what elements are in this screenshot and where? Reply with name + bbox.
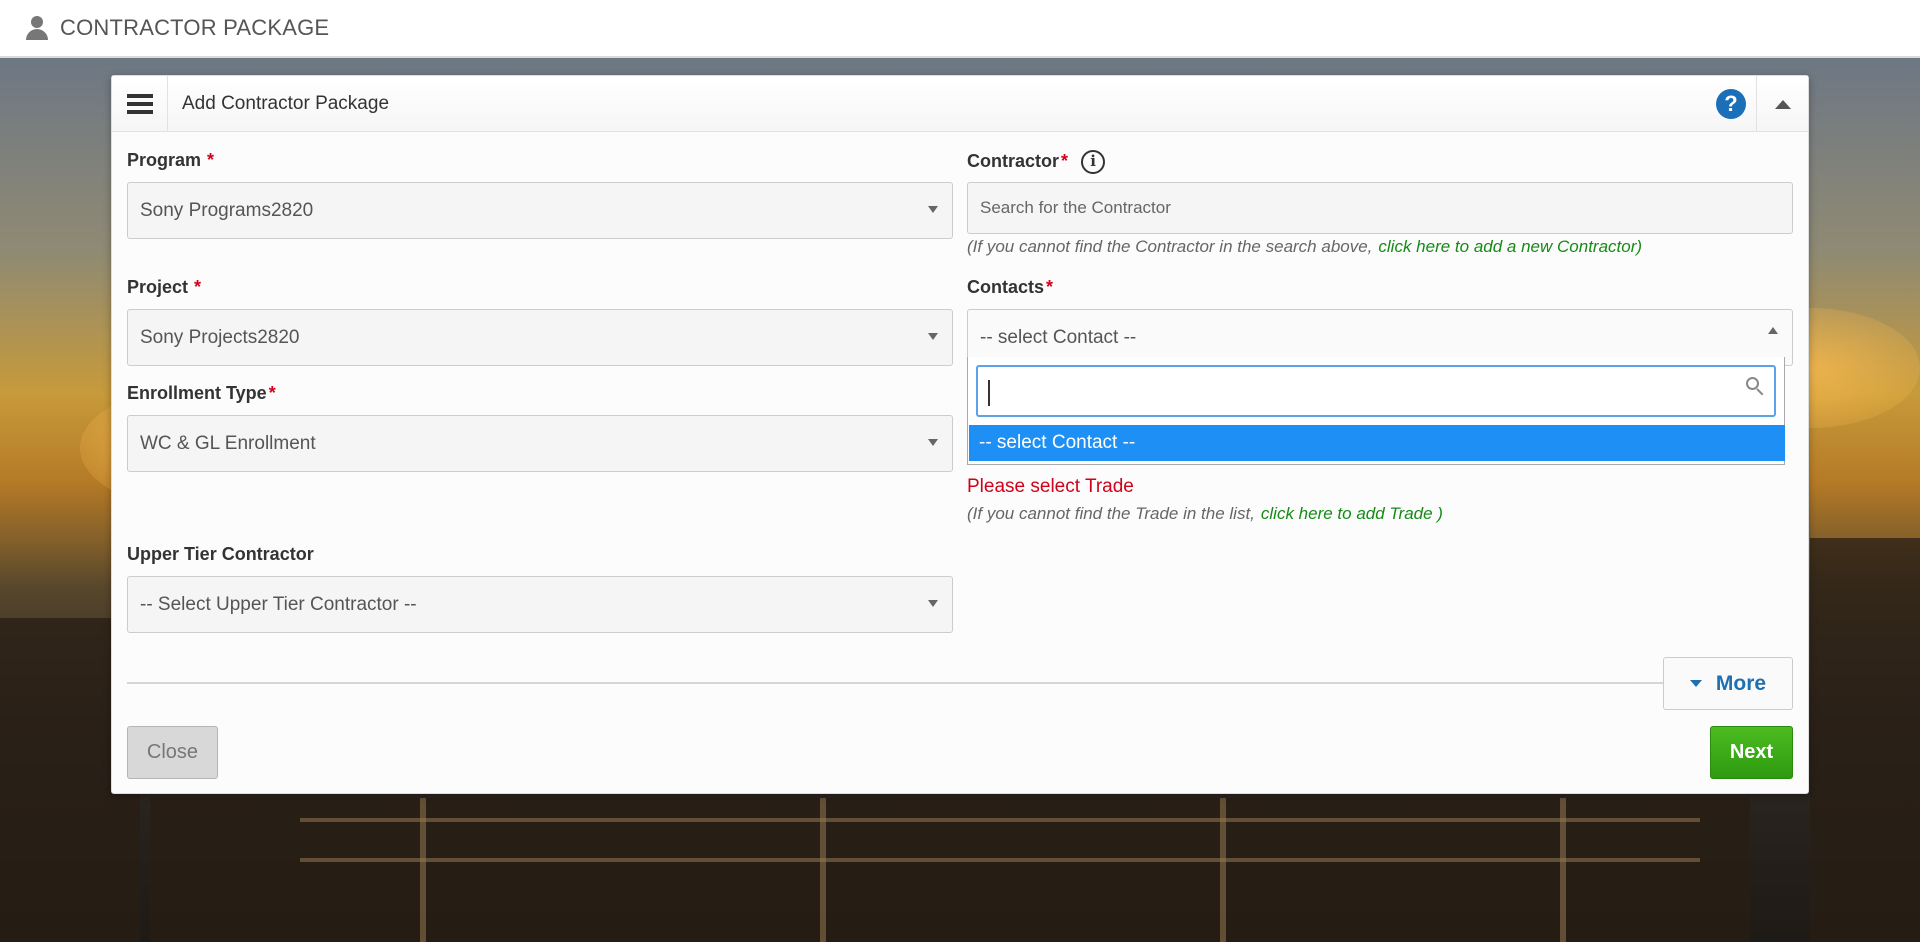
contractor-search-input[interactable] <box>967 182 1793 234</box>
page-title: CONTRACTOR PACKAGE <box>60 15 330 40</box>
text-cursor <box>988 380 990 406</box>
contacts-select-value: -- select Contact -- <box>980 326 1137 348</box>
chevron-down-icon <box>928 600 938 607</box>
program-select[interactable]: Sony Programs2820 <box>127 182 953 239</box>
chevron-up-icon <box>1768 327 1778 334</box>
contacts-label: Contacts * <box>967 277 1054 297</box>
project-select-value: Sony Projects2820 <box>140 326 300 348</box>
program-select-value: Sony Programs2820 <box>140 199 314 221</box>
upper-tier-contractor-select-value: -- Select Upper Tier Contractor -- <box>140 593 417 615</box>
collapse-button[interactable] <box>1756 76 1808 132</box>
chevron-down-icon <box>928 206 938 213</box>
hamburger-menu-icon[interactable] <box>112 75 168 132</box>
contractor-hint: (If you cannot find the Contractor in th… <box>967 237 1643 256</box>
trade-error-message: Please select Trade <box>967 476 1134 497</box>
search-icon <box>1746 377 1764 399</box>
panel-title: Add Contractor Package <box>182 92 390 114</box>
close-button[interactable]: Close <box>127 726 218 779</box>
contacts-dropdown: -- select Contact -- <box>967 357 1785 465</box>
info-icon[interactable]: i <box>1081 150 1106 174</box>
upper-tier-contractor-label: Upper Tier Contractor <box>127 544 314 564</box>
add-trade-link[interactable]: click here to add Trade ) <box>1261 504 1443 523</box>
program-label: Program * <box>127 150 215 170</box>
help-icon[interactable]: ? <box>1716 89 1746 119</box>
next-button[interactable]: Next <box>1710 726 1793 779</box>
contractor-label: Contractor * i <box>967 150 1106 174</box>
enrollment-type-label: Enrollment Type * <box>127 383 276 403</box>
enrollment-type-select[interactable]: WC & GL Enrollment <box>127 415 953 472</box>
divider <box>127 682 1677 684</box>
upper-tier-contractor-select[interactable]: -- Select Upper Tier Contractor -- <box>127 576 953 633</box>
trade-hint: (If you cannot find the Trade in the lis… <box>967 504 1443 523</box>
contacts-dropdown-option[interactable]: -- select Contact -- <box>969 425 1785 461</box>
project-select[interactable]: Sony Projects2820 <box>127 309 953 366</box>
top-bar: CONTRACTOR PACKAGE <box>0 0 1920 58</box>
panel-header: Add Contractor Package ? <box>112 75 1808 132</box>
collapse-up-icon <box>1774 99 1791 109</box>
user-icon <box>24 15 50 41</box>
chevron-down-icon <box>1689 680 1702 687</box>
contacts-dropdown-search-input[interactable] <box>976 365 1776 417</box>
enrollment-type-select-value: WC & GL Enrollment <box>140 432 316 454</box>
chevron-down-icon <box>928 333 938 340</box>
project-label: Project * <box>127 277 202 297</box>
more-button[interactable]: More <box>1663 657 1793 710</box>
add-new-contractor-link[interactable]: click here to add a new Contractor) <box>1378 237 1642 256</box>
chevron-down-icon <box>928 439 938 446</box>
